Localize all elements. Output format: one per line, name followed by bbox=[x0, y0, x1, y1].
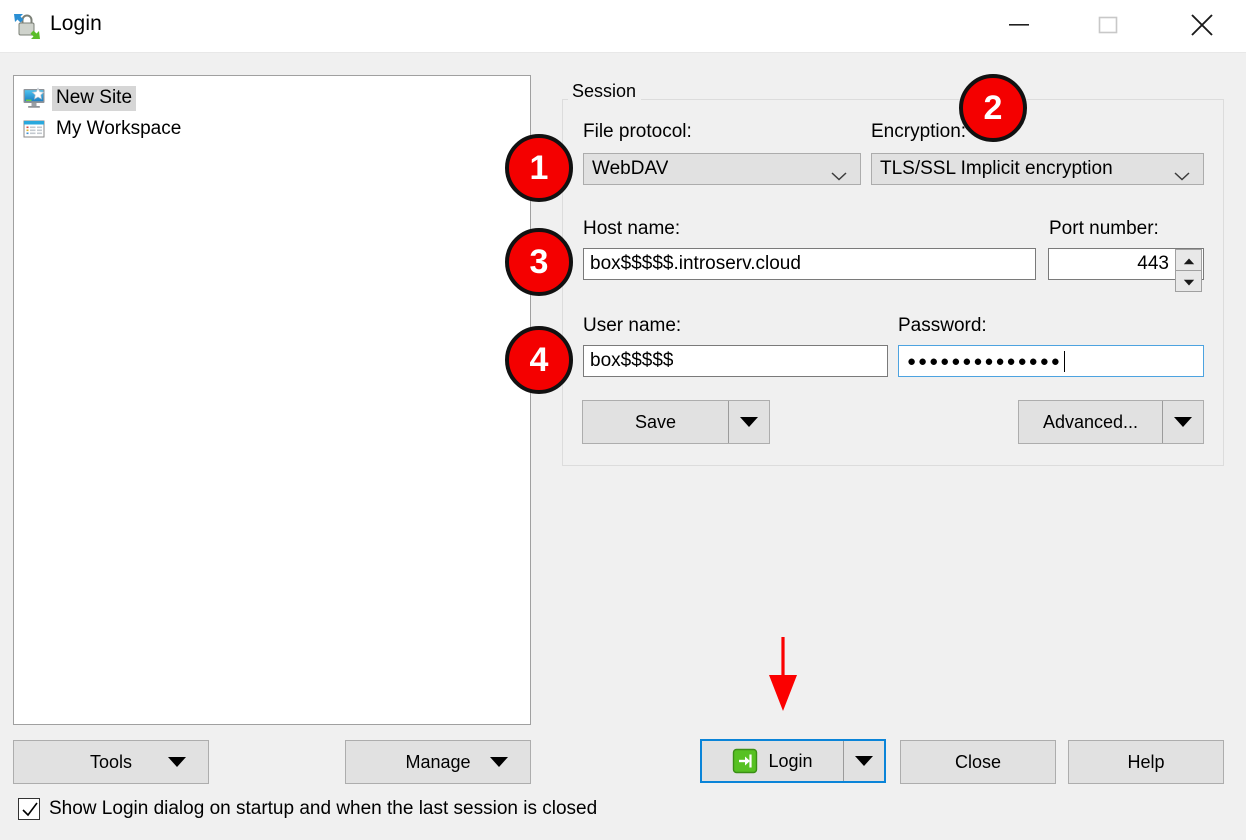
file-protocol-select[interactable]: WebDAV bbox=[583, 153, 861, 185]
session-group-title: Session bbox=[568, 81, 642, 102]
triangle-down-icon bbox=[1174, 417, 1192, 427]
login-button[interactable]: Login bbox=[700, 739, 886, 783]
manage-button-label: Manage bbox=[405, 751, 471, 772]
show-login-dialog-label: Show Login dialog on startup and when th… bbox=[49, 798, 598, 819]
sidebar-item-label: My Workspace bbox=[56, 118, 182, 139]
advanced-button-label: Advanced... bbox=[1042, 411, 1139, 432]
triangle-up-icon bbox=[1183, 250, 1195, 270]
site-tree-panel[interactable]: New Site My Workspace bbox=[13, 75, 531, 725]
password-value: ●●●●●●●●●●●●●● bbox=[907, 352, 1062, 370]
triangle-down-icon bbox=[1183, 271, 1195, 291]
chevron-down-icon bbox=[831, 166, 847, 186]
save-dropdown-button[interactable] bbox=[728, 401, 769, 443]
close-button[interactable] bbox=[1171, 0, 1233, 50]
host-name-value: box$$$$$.introserv.cloud bbox=[590, 253, 801, 274]
new-site-monitor-star-icon bbox=[22, 87, 47, 110]
login-arrow-icon bbox=[732, 748, 758, 774]
winscp-login-lock-icon bbox=[12, 11, 42, 41]
show-login-dialog-checkbox[interactable] bbox=[18, 798, 40, 820]
close-dialog-button[interactable]: Close bbox=[900, 740, 1056, 784]
tools-button-label: Tools bbox=[89, 751, 133, 772]
host-name-input[interactable]: box$$$$$.introserv.cloud bbox=[583, 248, 1036, 280]
host-name-label: Host name: bbox=[583, 218, 681, 239]
minimize-icon bbox=[1008, 19, 1030, 31]
chevron-down-icon bbox=[1174, 166, 1190, 186]
show-login-dialog-checkbox-row[interactable]: Show Login dialog on startup and when th… bbox=[18, 798, 597, 820]
minimize-button[interactable] bbox=[988, 0, 1050, 50]
user-name-label: User name: bbox=[583, 315, 682, 336]
help-button-label: Help bbox=[1127, 751, 1165, 772]
maximize-button[interactable] bbox=[1077, 0, 1139, 50]
sidebar-item-my-workspace[interactable]: My Workspace bbox=[14, 114, 530, 145]
checkmark-icon bbox=[22, 802, 38, 817]
advanced-dropdown-button[interactable] bbox=[1162, 401, 1203, 443]
annotation-badge-1: 1 bbox=[505, 134, 573, 202]
port-decrement-button[interactable] bbox=[1175, 271, 1202, 292]
port-number-stepper[interactable] bbox=[1175, 249, 1202, 292]
port-number-label: Port number: bbox=[1049, 218, 1159, 239]
file-protocol-label: File protocol: bbox=[583, 121, 692, 142]
maximize-icon bbox=[1097, 14, 1119, 36]
title-bar: Login bbox=[0, 0, 1246, 53]
manage-button[interactable]: Manage bbox=[345, 740, 531, 784]
chevron-down-icon bbox=[168, 757, 186, 767]
save-button[interactable]: Save bbox=[582, 400, 770, 444]
workspace-grid-icon bbox=[22, 118, 47, 141]
window-title: Login bbox=[50, 12, 102, 35]
tools-button[interactable]: Tools bbox=[13, 740, 209, 784]
user-name-value: box$$$$$ bbox=[590, 350, 674, 371]
close-button-label: Close bbox=[954, 751, 1002, 772]
user-name-input[interactable]: box$$$$$ bbox=[583, 345, 888, 377]
triangle-down-icon bbox=[855, 756, 873, 766]
sidebar-item-new-site[interactable]: New Site bbox=[14, 83, 530, 114]
login-dropdown-button[interactable] bbox=[843, 741, 884, 781]
login-button-label: Login bbox=[768, 750, 813, 771]
advanced-button[interactable]: Advanced... bbox=[1018, 400, 1204, 444]
encryption-value: TLS/SSL Implicit encryption bbox=[880, 158, 1113, 179]
annotation-badge-3: 3 bbox=[505, 228, 573, 296]
sidebar-item-label: New Site bbox=[52, 86, 137, 111]
encryption-select[interactable]: TLS/SSL Implicit encryption bbox=[871, 153, 1204, 185]
password-input[interactable]: ●●●●●●●●●●●●●● bbox=[898, 345, 1204, 377]
red-down-arrow-icon bbox=[762, 637, 804, 712]
encryption-label: Encryption: bbox=[871, 121, 967, 142]
help-button[interactable]: Help bbox=[1068, 740, 1224, 784]
annotation-badge-4: 4 bbox=[505, 326, 573, 394]
port-increment-button[interactable] bbox=[1175, 249, 1202, 271]
file-protocol-value: WebDAV bbox=[592, 158, 669, 179]
text-caret bbox=[1063, 350, 1065, 372]
save-button-label: Save bbox=[634, 411, 677, 432]
triangle-down-icon bbox=[740, 417, 758, 427]
password-label: Password: bbox=[898, 315, 987, 336]
annotation-badge-2: 2 bbox=[959, 74, 1027, 142]
chevron-down-icon bbox=[490, 757, 508, 767]
close-icon bbox=[1189, 12, 1215, 38]
